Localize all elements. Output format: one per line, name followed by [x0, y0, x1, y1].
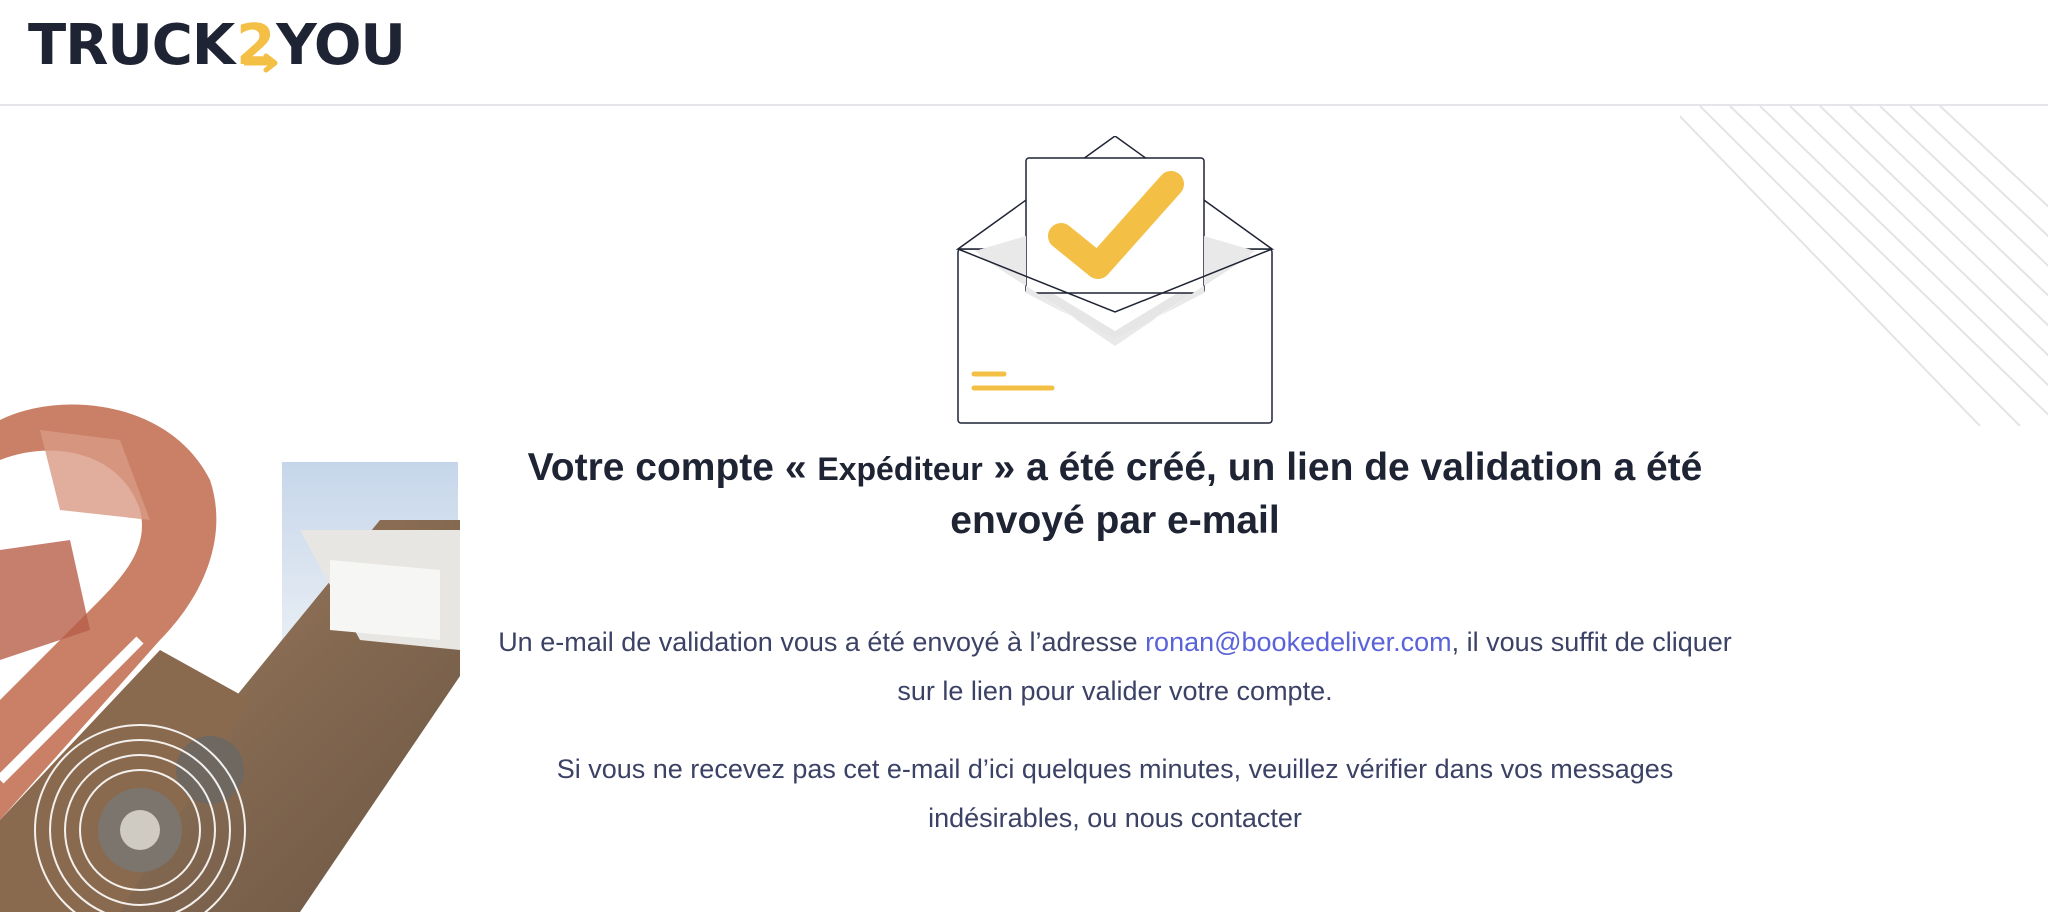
logo-text-2: 2	[236, 13, 278, 78]
envelope-check-icon	[955, 136, 1275, 424]
truck-photo-decoration	[0, 404, 460, 912]
header: TRUCK 2 YOU	[0, 0, 2048, 106]
confirmation-title: Votre compte « Expéditeur » a été créé, …	[460, 442, 1770, 547]
title-text-start: Votre compte «	[527, 446, 818, 489]
email-address-link[interactable]: ronan@bookedeliver.com	[1145, 627, 1452, 657]
truck2you-logo[interactable]: TRUCK 2 YOU	[28, 12, 406, 78]
validation-message: Un e-mail de validation vous a été envoy…	[480, 618, 1750, 716]
decorative-stripes	[1680, 106, 2048, 426]
message-text-start: Un e-mail de validation vous a été envoy…	[498, 627, 1146, 657]
title-text-end: » a été créé, un lien de validation a ét…	[950, 446, 1703, 542]
account-role: Expéditeur	[817, 451, 983, 487]
logo-arrow-icon	[244, 53, 278, 72]
spam-notice: Si vous ne recevez pas cet e-mail d’ici …	[556, 754, 1674, 833]
logo-text-truck: TRUCK	[28, 12, 235, 78]
logo-text-you: YOU	[276, 12, 406, 78]
